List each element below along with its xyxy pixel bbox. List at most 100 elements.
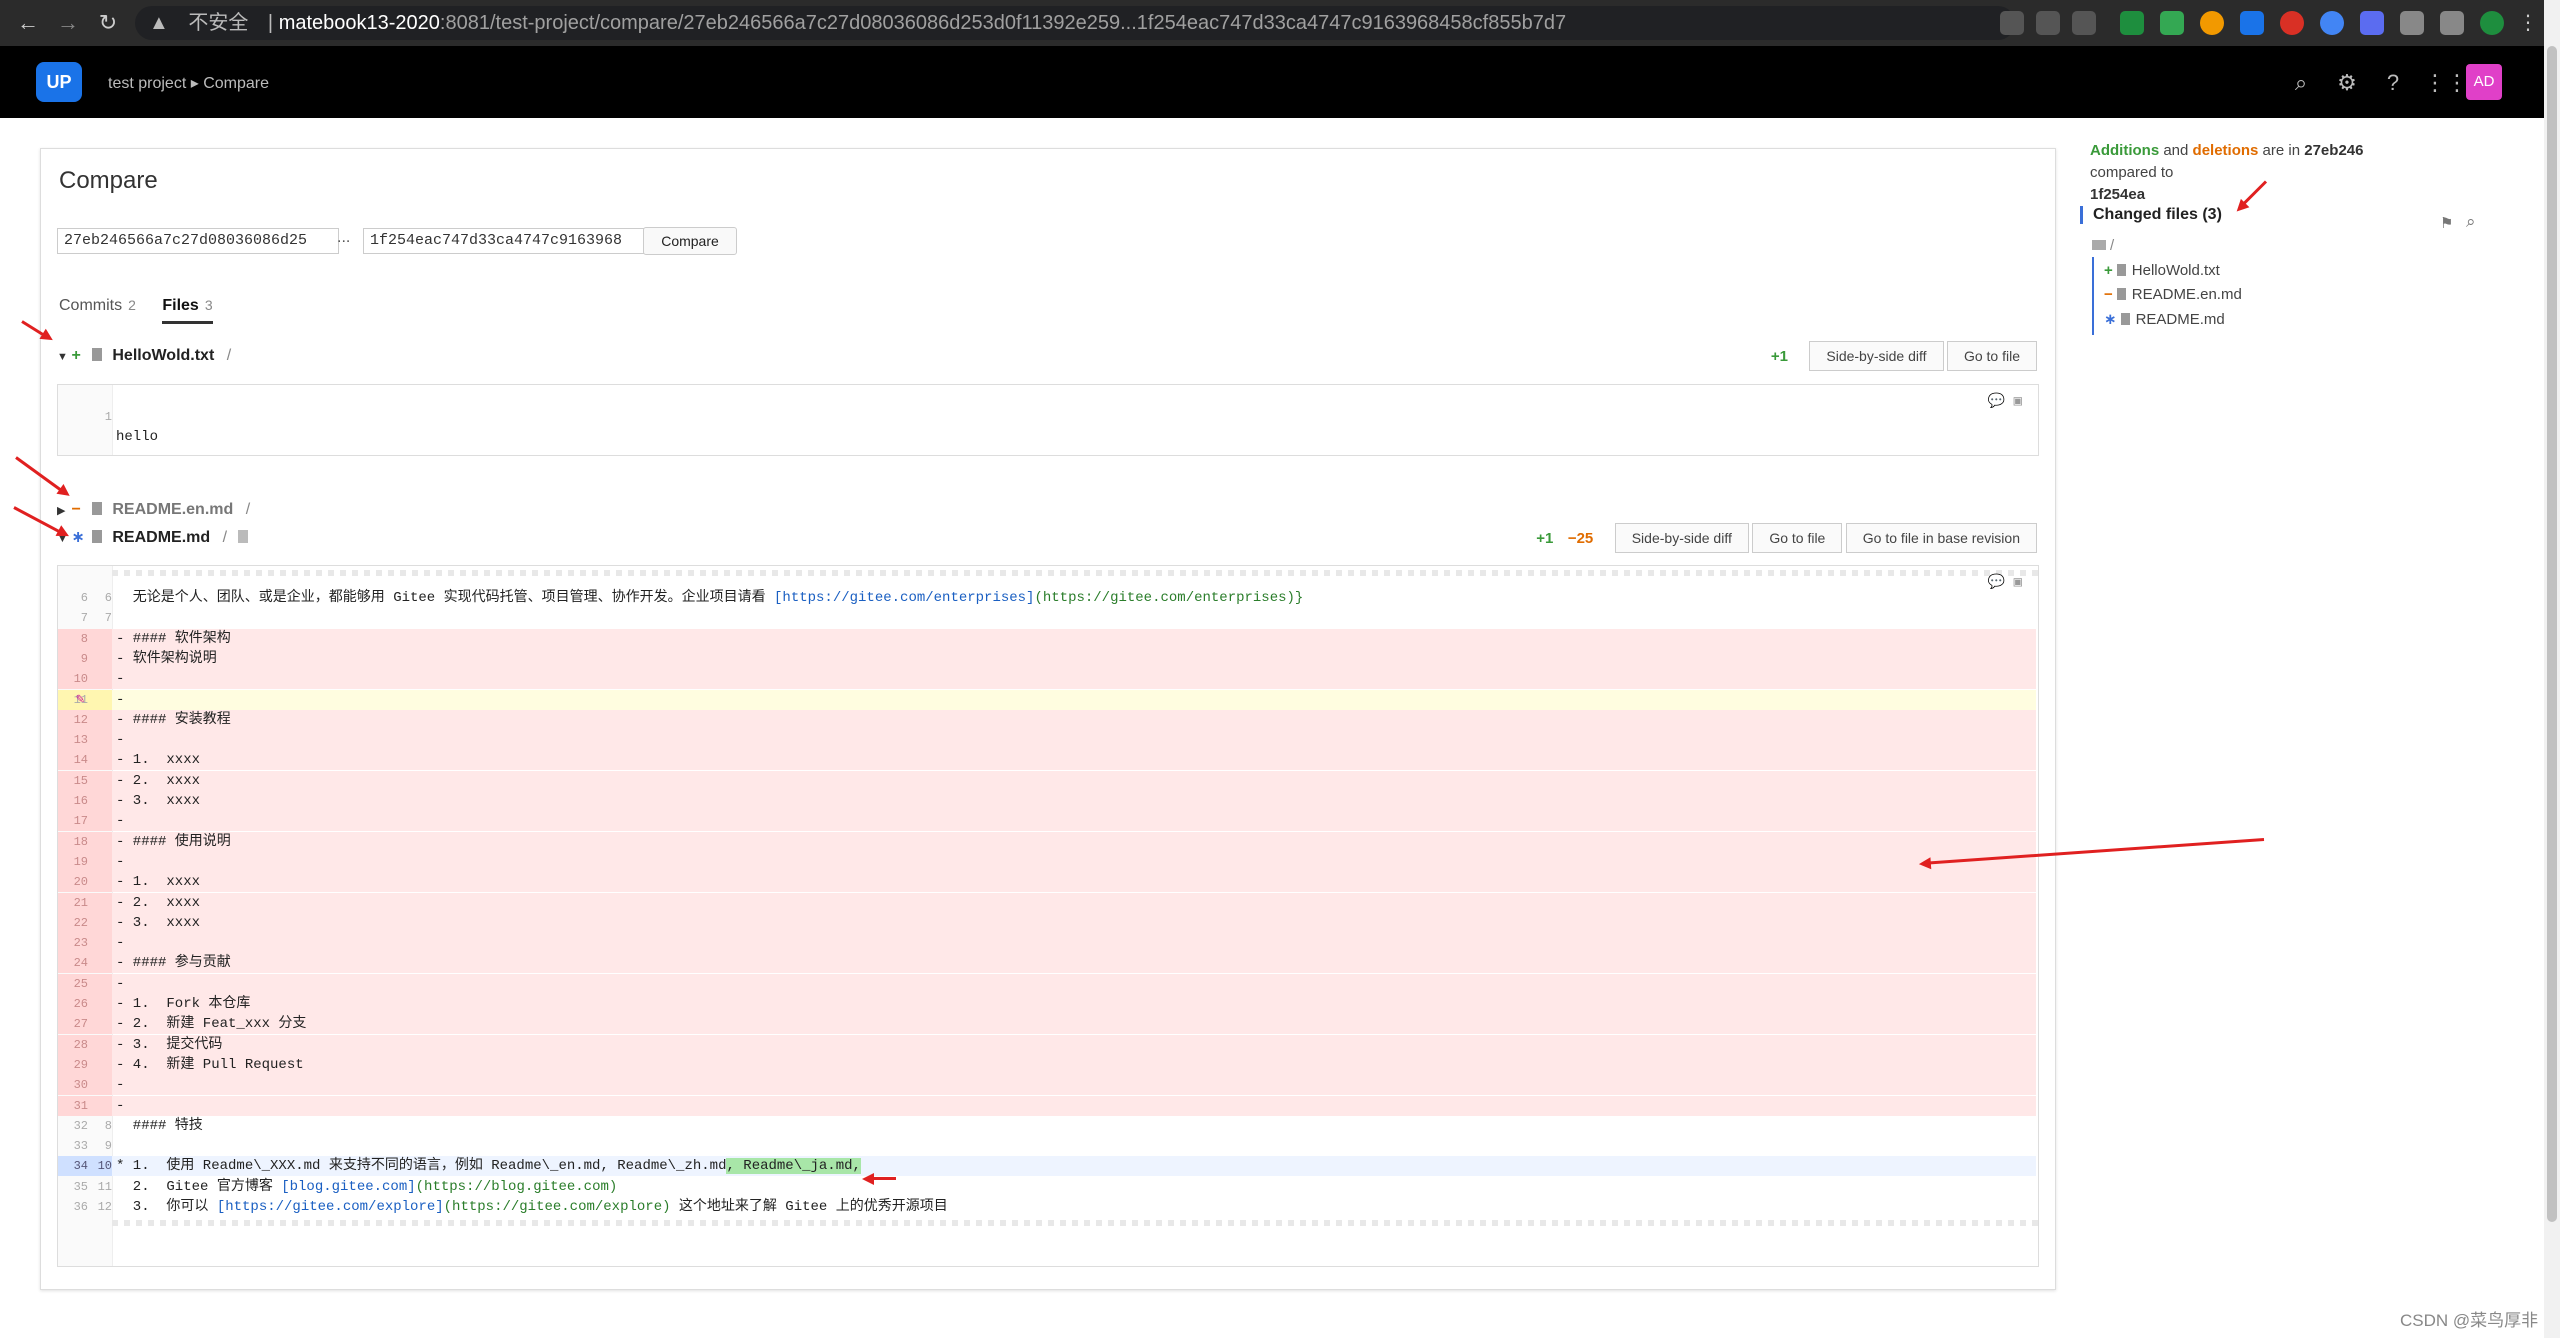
line-number: 22 [58, 912, 112, 933]
file-name[interactable]: README.en.md [112, 501, 233, 518]
tab-commits[interactable]: Commits 2 [59, 297, 136, 321]
line-number: 8 [58, 628, 112, 649]
line-number: 26 [58, 994, 112, 1014]
line-text: - #### 安装教程 [116, 711, 231, 728]
search-icon[interactable]: ⌕ [2466, 212, 2476, 232]
extension-icon[interactable] [2160, 11, 2184, 35]
deleted-line: 9- 软件架构说明 [58, 648, 2036, 669]
line-number: 21 [58, 892, 112, 913]
page-scrollbar[interactable] [2544, 0, 2560, 1338]
side-by-side-button[interactable]: Side-by-side diff [1614, 523, 1749, 553]
side-by-side-button[interactable]: Side-by-side diff [1809, 341, 1944, 371]
file-name[interactable]: HelloWold.txt [112, 347, 214, 364]
avatar[interactable]: AD [2466, 64, 2502, 100]
go-to-file-button[interactable]: Go to file [1946, 341, 2037, 371]
extension-icon[interactable] [2360, 11, 2384, 35]
flag-icon[interactable]: ⚑ [2440, 214, 2453, 232]
help-icon[interactable]: ? [2380, 70, 2406, 96]
line-number: 31 [58, 1095, 112, 1116]
go-to-base-file-button[interactable]: Go to file in base revision [1845, 523, 2037, 553]
line-text: - 2. 新建 Feat_xxx 分支 [116, 1016, 307, 1033]
deleted-line: 17- [58, 811, 2036, 832]
line-number: 28 [58, 1034, 112, 1055]
base-commit[interactable]: 1f254ea [2090, 186, 2145, 203]
line-number: 33 9 [73, 1139, 112, 1154]
back-icon[interactable]: ← [14, 9, 42, 37]
tab-files[interactable]: Files 3 [162, 297, 213, 324]
breadcrumb-page: Compare [203, 75, 270, 92]
extension-icon[interactable] [2320, 11, 2344, 35]
bookmark-star-icon[interactable] [2072, 11, 2096, 35]
file-header-readme-en[interactable]: ▶ − README.en.md / [57, 498, 2037, 522]
file-icon [2116, 288, 2126, 300]
comment-icon[interactable]: 💬 ▣ [1988, 393, 2022, 410]
added-status-icon: + [71, 347, 81, 364]
head-commit[interactable]: 27eb246 [2304, 142, 2363, 159]
line-number: 66 [80, 591, 112, 605]
reload-icon[interactable]: ↻ [94, 9, 122, 37]
line-text: - [116, 1077, 125, 1094]
collapsed-lines-marker[interactable] [112, 1220, 2038, 1226]
base-revision-input[interactable]: 27eb246566a7c27d08036086d25 [57, 228, 339, 254]
address-bar[interactable]: ▲ 不安全 | matebook13-2020:8081/test-projec… [135, 6, 2015, 40]
file-header-hellowold[interactable]: ▼ + HelloWold.txt / +1 Side-by-side diff… [57, 341, 2037, 371]
collapsed-lines-marker[interactable] [112, 570, 2038, 576]
deleted-line: 30- [58, 1075, 2036, 1096]
line-text: - #### 参与贡献 [116, 955, 231, 972]
diff-line: 33 9 [58, 1136, 2036, 1156]
settings-icon[interactable]: ⚙ [2334, 70, 2360, 96]
deleted-line: 8- #### 软件架构 [58, 628, 2036, 649]
deleted-line: 31- [58, 1095, 2036, 1116]
copy-path-icon[interactable] [237, 530, 248, 543]
line-number: 25 [58, 973, 112, 994]
profile-icon[interactable] [2480, 11, 2504, 35]
breadcrumb-project[interactable]: test project [108, 75, 186, 92]
line-text: - [116, 691, 125, 708]
forward-icon[interactable]: → [54, 9, 82, 37]
scrollbar-thumb[interactable] [2547, 46, 2557, 1222]
search-icon[interactable]: ⌕ [2288, 70, 2314, 96]
additions-label: Additions [2090, 142, 2160, 159]
file-path-slash: / [245, 501, 251, 518]
diff-line: 32 8 #### 特技 [58, 1116, 2036, 1136]
line-text: - 3. 提交代码 [116, 1036, 223, 1053]
line-number: 9 [58, 648, 112, 669]
tree-item-readme[interactable]: ∗ README.md [2104, 310, 2225, 328]
logo[interactable]: UP [36, 62, 82, 102]
share-icon[interactable] [2036, 11, 2060, 35]
sidebar-icon[interactable] [2440, 11, 2464, 35]
deleted-line: 22- 3. xxxx [58, 912, 2036, 933]
tree-item-hellowold[interactable]: + HelloWold.txt [2104, 262, 2220, 279]
file-name[interactable]: README.md [112, 529, 210, 546]
edit-comment-icon[interactable]: ✎ [76, 690, 84, 710]
deleted-line: 24- #### 参与贡献 [58, 953, 2036, 974]
extension-icon[interactable] [2120, 11, 2144, 35]
tree-item-readme-en[interactable]: − README.en.md [2104, 286, 2242, 303]
line-number: 20 [58, 872, 112, 893]
extension-icon[interactable] [2280, 11, 2304, 35]
breadcrumb-separator: ▸ [190, 75, 199, 92]
go-to-file-button[interactable]: Go to file [1752, 523, 1843, 553]
line-number: 36 12 [73, 1200, 112, 1214]
url-host: matebook13-2020 [278, 12, 440, 34]
deleted-line: 25- [58, 973, 2036, 994]
apps-icon[interactable]: ⋮⋮ [2424, 70, 2468, 96]
extension-icon[interactable] [2200, 11, 2224, 35]
menu-icon[interactable]: ⋮ [2516, 11, 2540, 35]
line-number: 13 [58, 730, 112, 751]
deletions-label: deletions [2192, 142, 2259, 159]
file-header-readme[interactable]: ▼ ∗ README.md / +1 −25 Side-by-side diff… [57, 523, 2037, 553]
line-text: - [116, 853, 125, 870]
head-revision-input[interactable]: 1f254eac747d33ca4747c9163968 [363, 228, 645, 254]
warning-icon: ▲ [149, 12, 169, 34]
folder-root[interactable]: / [2092, 237, 2114, 254]
extension-icon[interactable] [2240, 11, 2264, 35]
line-text: #### 特技 [116, 1117, 203, 1134]
diff-hellowold: 1 hello 💬 ▣ [57, 384, 2039, 456]
puzzle-icon[interactable] [2400, 11, 2424, 35]
expand-triangle-icon[interactable]: ▶ [57, 499, 67, 523]
line-number: 12 [58, 709, 112, 730]
compare-button[interactable]: Compare [643, 227, 737, 255]
collapse-triangle-icon[interactable]: ▼ [57, 345, 68, 369]
translate-icon[interactable] [2000, 11, 2024, 35]
